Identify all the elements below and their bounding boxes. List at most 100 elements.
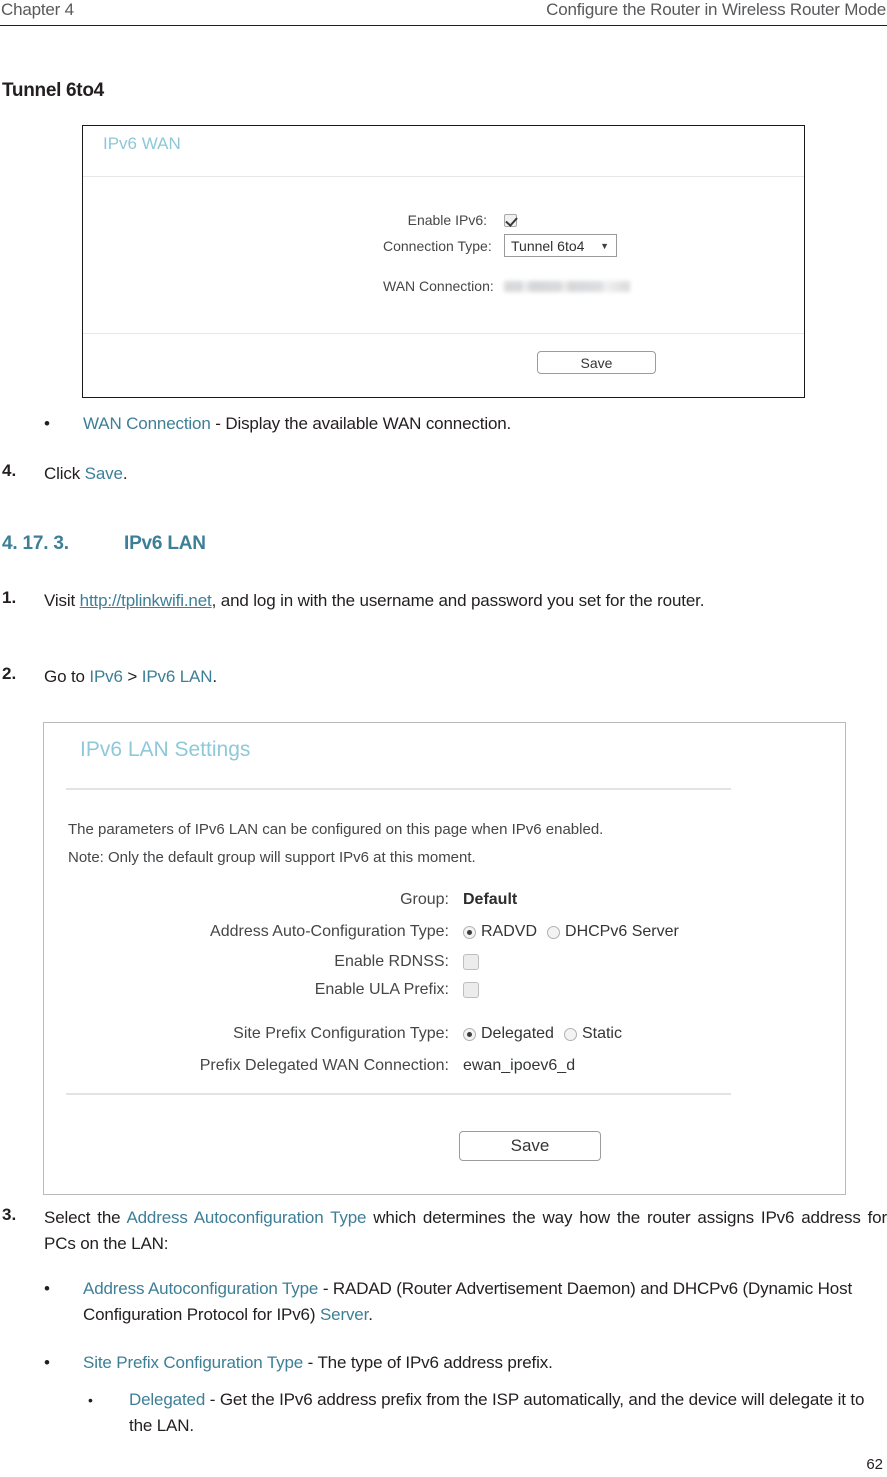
radio-dhcpv6-server-label[interactable]: DHCPv6 Server <box>565 923 679 941</box>
step-3-number: 3. <box>2 1205 17 1224</box>
wan-connection-value-redacted <box>504 280 630 292</box>
panel-divider-top <box>83 176 804 177</box>
link-address-autoconfiguration-type-2[interactable]: Address Autoconfiguration Type <box>83 1279 318 1298</box>
site-prefix-label: Site Prefix Configuration Type: <box>233 1025 449 1042</box>
link-delegated[interactable]: Delegated <box>129 1390 205 1409</box>
enable-ula-prefix-checkbox[interactable] <box>463 982 479 998</box>
radio-radvd[interactable] <box>463 925 476 939</box>
panel-divider-bottom <box>83 333 804 334</box>
lan-panel-divider-top <box>66 788 731 790</box>
enable-ula-prefix-checkbox-wrap[interactable] <box>463 982 479 998</box>
radio-dhcpv6-server[interactable] <box>547 925 561 939</box>
step-1-pre: Visit <box>44 591 80 610</box>
step-1-post: , and log in with the username and passw… <box>211 591 705 610</box>
chevron-down-icon: ▼ <box>600 240 609 251</box>
ipv6-lan-screenshot: IPv6 LAN Settings The parameters of IPv6… <box>43 722 846 1195</box>
step-4-number: 4. <box>2 461 17 480</box>
step-2-post: . <box>212 667 217 686</box>
page-number: 62 <box>866 1456 883 1473</box>
radio-delegated[interactable] <box>463 1027 476 1041</box>
lan-panel-divider-bottom <box>66 1093 731 1095</box>
save-button-wan[interactable]: Save <box>537 351 656 374</box>
step-2-number: 2. <box>2 664 17 683</box>
link-ipv6-lan[interactable]: IPv6 LAN <box>142 667 213 686</box>
enable-rdnss-checkbox[interactable] <box>463 954 479 970</box>
enable-ipv6-checkbox[interactable] <box>504 213 517 227</box>
connection-type-select-value: Tunnel 6to4 <box>511 237 585 254</box>
connection-type-label: Connection Type: <box>383 237 492 254</box>
link-tplinkwifi[interactable]: http://tplinkwifi.net <box>80 591 212 610</box>
address-auto-config-label: Address Auto-Configuration Type: <box>210 923 449 940</box>
bullet-marker: • <box>44 1279 50 1298</box>
save-button-lan[interactable]: Save <box>459 1131 601 1161</box>
bullet-site-prefix-text: Site Prefix Configuration Type - The typ… <box>83 1350 887 1376</box>
ipv6-lan-panel-title: IPv6 LAN Settings <box>80 738 251 761</box>
subsection-number: 4. 17. 3. <box>2 533 69 554</box>
radio-static-label[interactable]: Static <box>582 1025 622 1043</box>
connection-type-select[interactable]: Tunnel 6to4 ▼ <box>504 234 617 257</box>
bullet-address-autoconfig-text: Address Autoconfiguration Type - RADAD (… <box>83 1276 887 1328</box>
address-auto-config-options: RADVD DHCPv6 Server <box>463 923 679 941</box>
subsection-title: IPv6 LAN <box>124 533 206 554</box>
ipv6-wan-screenshot: IPv6 WAN Enable IPv6: Connection Type: T… <box>82 125 805 398</box>
enable-rdnss-label: Enable RDNSS: <box>334 953 449 970</box>
lan-note-line-1: The parameters of IPv6 LAN can be config… <box>68 821 604 838</box>
step-1-number: 1. <box>2 588 17 607</box>
bullet-wan-connection-rest: - Display the available WAN connection. <box>210 414 512 433</box>
step-2-mid: > <box>122 667 142 686</box>
sub-bullet-marker: • <box>88 1392 93 1408</box>
running-header: Chapter 4 Configure the Router in Wirele… <box>0 0 887 26</box>
header-chapter-label: Chapter 4 <box>1 0 74 19</box>
prefix-delegated-wan-value: ewan_ipoev6_d <box>463 1057 576 1074</box>
prefix-delegated-wan-label: Prefix Delegated WAN Connection: <box>199 1057 449 1074</box>
bullet-marker: • <box>44 414 50 433</box>
enable-ipv6-label: Enable IPv6: <box>407 212 487 228</box>
bullet-1-mid: - The type of IPv6 address prefix. <box>303 1353 553 1372</box>
group-value: Default <box>463 891 518 908</box>
step-4-post: . <box>122 464 128 483</box>
radio-static[interactable] <box>563 1027 577 1041</box>
page-title: Tunnel 6to4 <box>2 80 104 101</box>
enable-ula-prefix-row: Enable ULA Prefix: <box>184 981 479 999</box>
prefix-delegated-wan-row: Prefix Delegated WAN Connection: ewan_ip… <box>184 1057 575 1075</box>
enable-ula-prefix-label: Enable ULA Prefix: <box>314 981 449 998</box>
step-1-text: Visit http://tplinkwifi.net, and log in … <box>44 588 887 614</box>
wan-connection-label: WAN Connection: <box>383 278 494 294</box>
group-label: Group: <box>400 891 449 908</box>
step-2-text: Go to IPv6 > IPv6 LAN. <box>44 664 864 690</box>
lan-note-line-2: Note: Only the default group will suppor… <box>68 849 476 866</box>
step-3-pre: Select the <box>44 1208 127 1227</box>
link-save[interactable]: Save <box>85 464 123 483</box>
site-prefix-config-row: Site Prefix Configuration Type: Delegate… <box>184 1025 622 1043</box>
link-wan-connection[interactable]: WAN Connection <box>83 414 211 433</box>
address-auto-config-row: Address Auto-Configuration Type: RADVD D… <box>184 923 679 941</box>
enable-ipv6-checkbox-wrap[interactable] <box>504 213 517 227</box>
group-row: Group: Default <box>184 891 517 909</box>
wan-connection-value-wrap <box>504 280 630 292</box>
ipv6-wan-panel-title: IPv6 WAN <box>103 134 181 153</box>
link-site-prefix-configuration-type[interactable]: Site Prefix Configuration Type <box>83 1353 303 1372</box>
radio-delegated-label[interactable]: Delegated <box>481 1025 554 1043</box>
radio-radvd-label[interactable]: RADVD <box>481 923 537 941</box>
site-prefix-options: Delegated Static <box>463 1025 622 1043</box>
wan-connection-row: WAN Connection: <box>383 278 630 294</box>
link-address-autoconfiguration-type[interactable]: Address Autoconfiguration Type <box>126 1208 366 1227</box>
bullet-0-post: . <box>368 1305 373 1324</box>
enable-rdnss-row: Enable RDNSS: <box>184 953 479 971</box>
sub-bullet-delegated-text: Delegated - Get the IPv6 address prefix … <box>129 1387 887 1439</box>
step-2-pre: Go to <box>44 667 90 686</box>
sub-bullet-rest: - Get the IPv6 address prefix from the I… <box>129 1390 865 1435</box>
enable-ipv6-row: Enable IPv6: <box>383 212 517 228</box>
step-4-pre: Click <box>44 464 85 483</box>
step-3-text: Select the Address Autoconfiguration Typ… <box>44 1205 887 1257</box>
header-title-label: Configure the Router in Wireless Router … <box>546 0 886 19</box>
link-ipv6[interactable]: IPv6 <box>89 667 123 686</box>
connection-type-row: Connection Type: Tunnel 6to4 ▼ <box>383 234 617 257</box>
bullet-marker: • <box>44 1353 50 1372</box>
link-server[interactable]: Server <box>320 1305 368 1324</box>
enable-rdnss-checkbox-wrap[interactable] <box>463 954 479 970</box>
step-4-text: Click Save. <box>44 461 864 487</box>
header-divider <box>0 25 887 26</box>
bullet-wan-connection-text: WAN Connection - Display the available W… <box>83 411 873 437</box>
connection-type-select-wrap[interactable]: Tunnel 6to4 ▼ <box>504 234 617 257</box>
